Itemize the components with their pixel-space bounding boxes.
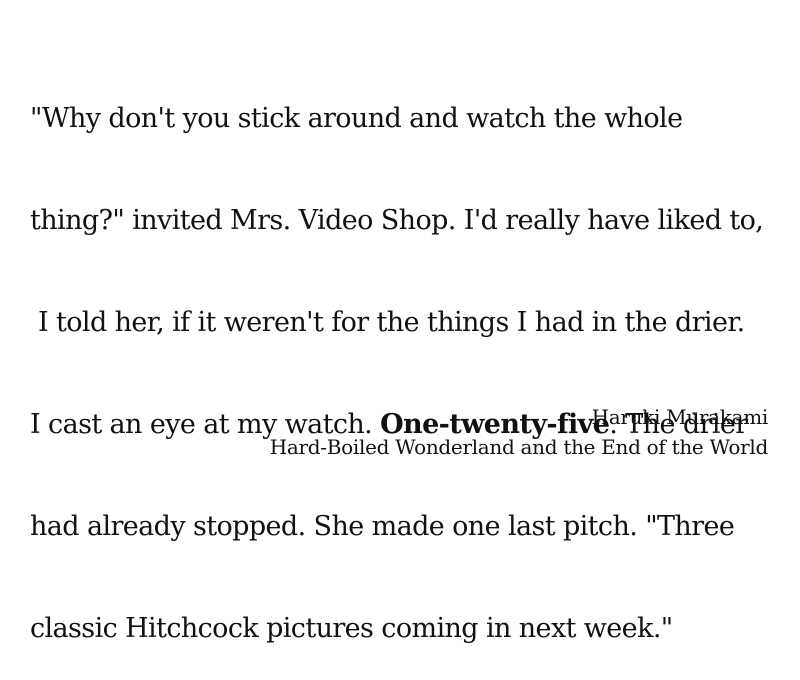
quote-line: had already stopped. She made one last p… [30, 511, 735, 542]
quote-line: "Why don't you stick around and watch th… [30, 103, 683, 134]
author-name: Haruki Murakami [591, 405, 769, 429]
quote-text: "Why don't you stick around and watch th… [30, 34, 780, 680]
book-title: Hard-Boiled Wonderland and the End of th… [269, 435, 769, 459]
quote-line: thing?" invited Mrs. Video Shop. I'd rea… [30, 205, 764, 236]
quote-line: I told her, if it weren't for the things… [30, 307, 745, 338]
attribution: Haruki Murakami Hard-Boiled Wonderland a… [269, 402, 769, 462]
quote-line: classic Hitchcock pictures coming in nex… [30, 613, 673, 644]
